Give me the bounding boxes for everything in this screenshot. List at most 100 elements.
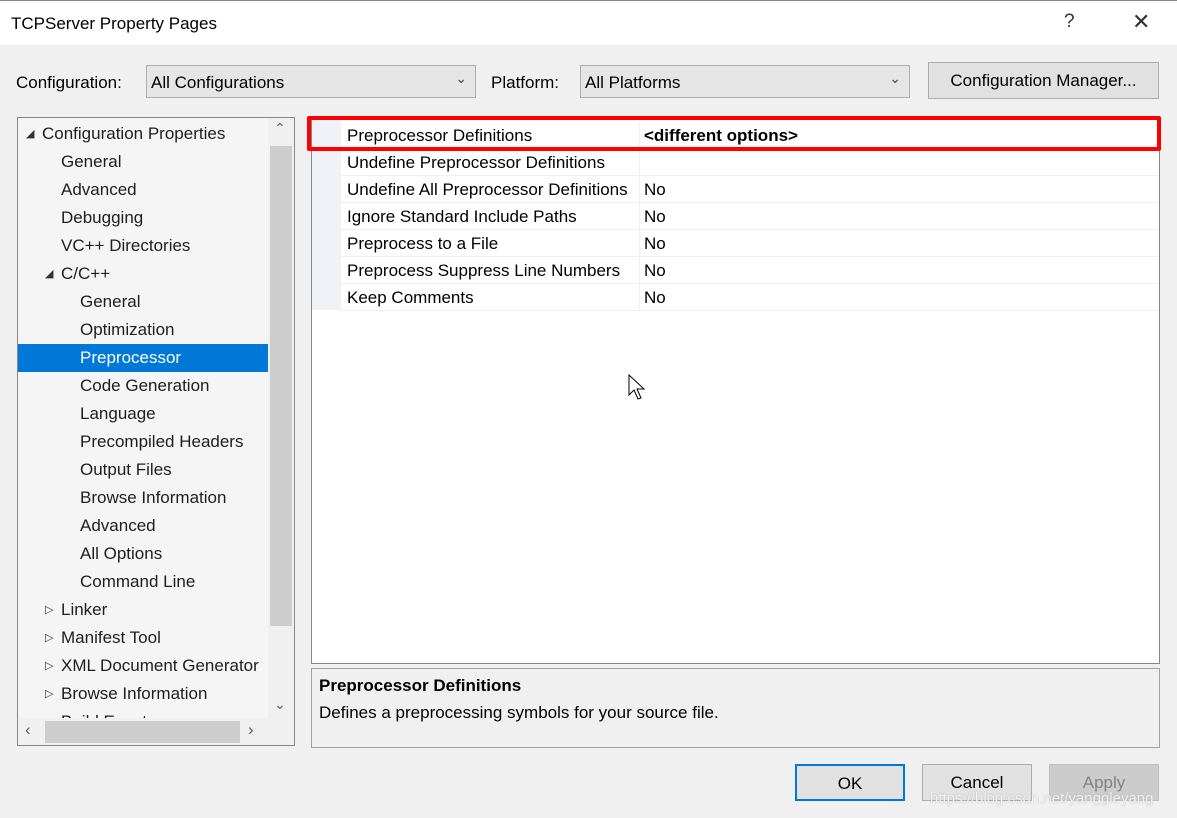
tree-item-label: General	[80, 292, 141, 311]
tree-item[interactable]: Command Line	[18, 568, 268, 596]
vertical-scrollbar[interactable]: ⌃ ⌄	[268, 118, 294, 718]
tree-item[interactable]: Advanced	[18, 512, 268, 540]
property-name: Undefine Preprocessor Definitions	[347, 153, 605, 172]
tree-item-label: Preprocessor	[80, 348, 182, 367]
tree-item-label: Advanced	[61, 180, 137, 199]
tree-item-label: Debugging	[61, 208, 144, 227]
property-row[interactable]: Preprocess to a File No	[341, 230, 1159, 257]
tree-item[interactable]: VC++ Directories	[18, 232, 268, 260]
window-title: TCPServer Property Pages	[11, 14, 217, 33]
tree-item[interactable]: All Options	[18, 540, 268, 568]
tree-item[interactable]: Precompiled Headers	[18, 428, 268, 456]
property-row[interactable]: Undefine Preprocessor Definitions	[341, 149, 1159, 176]
platform-value: All Platforms	[585, 73, 681, 92]
tree-item-label: Linker	[61, 600, 108, 619]
scroll-right-icon[interactable]: ›	[248, 720, 254, 740]
column-divider	[639, 176, 640, 203]
property-value[interactable]: No	[644, 261, 666, 281]
property-row[interactable]: Undefine All Preprocessor Definitions No	[341, 176, 1159, 203]
scroll-up-icon[interactable]: ⌃	[274, 120, 286, 137]
property-tree: ◢ Configuration Properties General Advanced…	[17, 117, 295, 746]
property-value[interactable]: No	[644, 207, 666, 227]
tree-item[interactable]: General	[18, 148, 268, 176]
property-name: Undefine All Preprocessor Definitions	[347, 180, 628, 199]
tree-item-label: Manifest Tool	[61, 628, 161, 647]
chevron-down-icon: ⌄	[455, 70, 467, 86]
help-button[interactable]: ?	[1064, 11, 1075, 33]
title-bar: TCPServer Property Pages ? ✕	[0, 0, 1177, 45]
description-panel: Preprocessor Definitions Defines a prepr…	[311, 668, 1160, 748]
property-row[interactable]: Ignore Standard Include Paths No	[341, 203, 1159, 230]
scrollbar-thumb[interactable]	[45, 721, 240, 743]
tree-item-label: Output Files	[80, 460, 172, 479]
tree-item[interactable]: Advanced	[18, 176, 268, 204]
watermark: https://blog.csdn.net/yanggleyang	[930, 790, 1154, 807]
chevron-down-icon: ⌄	[889, 70, 901, 86]
highlight-box	[307, 116, 1161, 151]
property-name: Keep Comments	[347, 288, 474, 307]
tree-item-label: Optimization	[80, 320, 175, 339]
tree-item[interactable]: Code Generation	[18, 372, 268, 400]
scrollbar-thumb[interactable]	[270, 146, 292, 626]
ok-button[interactable]: OK	[795, 764, 905, 801]
property-value[interactable]: No	[644, 180, 666, 200]
property-value[interactable]: No	[644, 288, 666, 308]
property-name: Ignore Standard Include Paths	[347, 207, 577, 226]
expanded-arrow-icon[interactable]: ◢	[26, 120, 34, 148]
tree-item[interactable]: ▷ XML Document Generator	[18, 652, 268, 680]
tree-item-label: Browse Information	[61, 684, 208, 703]
tree-item[interactable]: Browse Information	[18, 484, 268, 512]
tree-item[interactable]: Output Files	[18, 456, 268, 484]
tree-item[interactable]: ▷ Manifest Tool	[18, 624, 268, 652]
column-divider	[639, 257, 640, 284]
property-row[interactable]: Preprocess Suppress Line Numbers No	[341, 257, 1159, 284]
collapsed-arrow-icon[interactable]: ▷	[45, 624, 53, 652]
platform-dropdown[interactable]: All Platforms ⌄	[580, 65, 910, 98]
configuration-dropdown[interactable]: All Configurations ⌄	[146, 65, 476, 98]
description-title: Preprocessor Definitions	[319, 676, 522, 695]
expanded-arrow-icon[interactable]: ◢	[45, 260, 53, 288]
tree-item[interactable]: Preprocessor	[18, 344, 268, 372]
property-value[interactable]: No	[644, 234, 666, 254]
tree-item-label: Advanced	[80, 516, 156, 535]
tree-item[interactable]: ◢ Configuration Properties	[18, 120, 268, 148]
tree-item[interactable]: ▷ Linker	[18, 596, 268, 624]
column-divider	[639, 230, 640, 257]
property-row[interactable]: Keep Comments No	[341, 284, 1159, 311]
property-name: Preprocess Suppress Line Numbers	[347, 261, 621, 280]
tree-item-label: All Options	[80, 544, 163, 563]
tree-item[interactable]: ◢ C/C++	[18, 260, 268, 288]
mouse-cursor-icon	[628, 374, 646, 400]
tree-item-label: Code Generation	[80, 376, 210, 395]
tree-item-label: General	[61, 152, 122, 171]
collapsed-arrow-icon[interactable]: ▷	[45, 680, 53, 708]
tree-item-label: Browse Information	[80, 488, 227, 507]
close-button[interactable]: ✕	[1132, 9, 1150, 35]
configuration-label: Configuration:	[16, 73, 122, 92]
column-divider	[639, 203, 640, 230]
property-grid: Preprocessor Definitions <different optio…	[311, 117, 1160, 664]
tree-item[interactable]: Debugging	[18, 204, 268, 232]
horizontal-scrollbar[interactable]: ‹ ›	[18, 718, 294, 745]
tree-item[interactable]: Language	[18, 400, 268, 428]
scroll-left-icon[interactable]: ‹	[25, 720, 31, 740]
property-name: Preprocess to a File	[347, 234, 499, 253]
configuration-manager-button[interactable]: Configuration Manager...	[928, 62, 1159, 99]
collapsed-arrow-icon[interactable]: ▷	[45, 652, 53, 680]
column-divider	[639, 149, 640, 176]
tree-item[interactable]: General	[18, 288, 268, 316]
tree-item[interactable]: Optimization	[18, 316, 268, 344]
tree-item-label: VC++ Directories	[61, 236, 191, 255]
tree-item-label: Language	[80, 404, 156, 423]
tree-item-label: C/C++	[61, 264, 111, 283]
description-text: Defines a preprocessing symbols for your…	[319, 703, 719, 722]
collapsed-arrow-icon[interactable]: ▷	[45, 596, 53, 624]
platform-label: Platform:	[491, 73, 560, 92]
scroll-down-icon[interactable]: ⌄	[274, 696, 286, 713]
column-divider	[639, 284, 640, 311]
tree-item-label: XML Document Generator	[61, 656, 259, 675]
tree-item[interactable]: ▷ Browse Information	[18, 680, 268, 708]
tree-item-label: Precompiled Headers	[80, 432, 244, 451]
tree-item-label: Command Line	[80, 572, 196, 591]
configuration-value: All Configurations	[151, 73, 285, 92]
